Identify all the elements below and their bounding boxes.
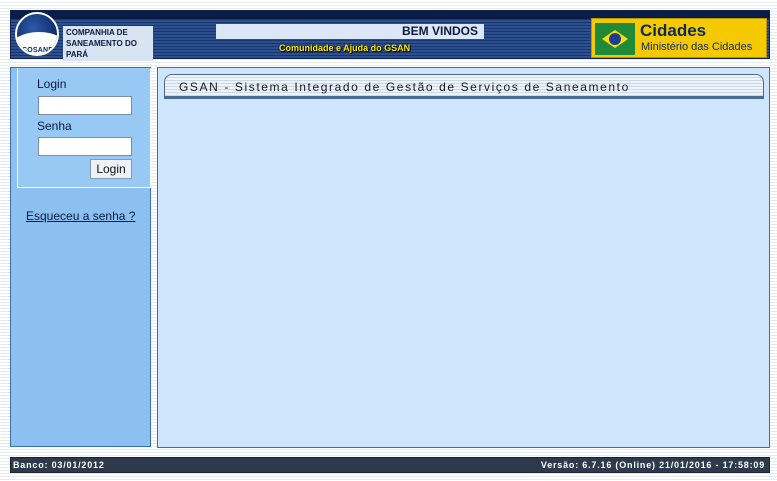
ministry-title: Cidades [640,21,707,40]
version-info: Versão: 6.7.16 (Online) 21/01/2016 - 17:… [540,460,765,470]
flag-globe [609,33,621,45]
main-content: GSAN - Sistema Integrado de Gestão de Se… [157,67,770,448]
login-form: Login Senha Login [17,68,151,188]
company-logo: COSANPA COMPANHIA DE SANEAMENTO DO PARÁ [13,12,153,61]
left-sidebar: Login Senha Login Esqueceu a senha ? [10,67,151,447]
main-title-bar: GSAN - Sistema Integrado de Gestão de Se… [164,74,764,99]
community-help-link[interactable]: Comunidade e Ajuda do GSAN [279,43,410,53]
database-date: Banco: 03/01/2012 [13,460,105,470]
company-name-line2: SANEAMENTO DO PARÁ [66,39,137,59]
forgot-password-link[interactable]: Esqueceu a senha ? [26,209,135,223]
login-label: Login [37,77,67,91]
company-logo-icon: COSANPA [15,12,59,56]
ministry-subtitle: Ministério das Cidades [641,41,753,53]
status-bar: Banco: 03/01/2012 Versão: 6.7.16 (Online… [10,457,770,473]
password-input[interactable] [38,137,132,156]
brazil-flag-icon [595,23,635,55]
login-button[interactable]: Login [90,159,132,179]
ministry-logo: Cidades Ministério das Cidades [591,18,767,58]
logo-abbr: COSANPA [22,47,58,54]
password-label: Senha [37,119,72,133]
login-input[interactable] [38,96,132,115]
company-name: COMPANHIA DE SANEAMENTO DO PARÁ [63,26,153,61]
company-name-line1: COMPANHIA DE [66,28,128,37]
page-title: GSAN - Sistema Integrado de Gestão de Se… [179,80,630,94]
header: COSANPA COMPANHIA DE SANEAMENTO DO PARÁ … [10,10,770,61]
welcome-banner: BEM VINDOS [216,24,484,39]
